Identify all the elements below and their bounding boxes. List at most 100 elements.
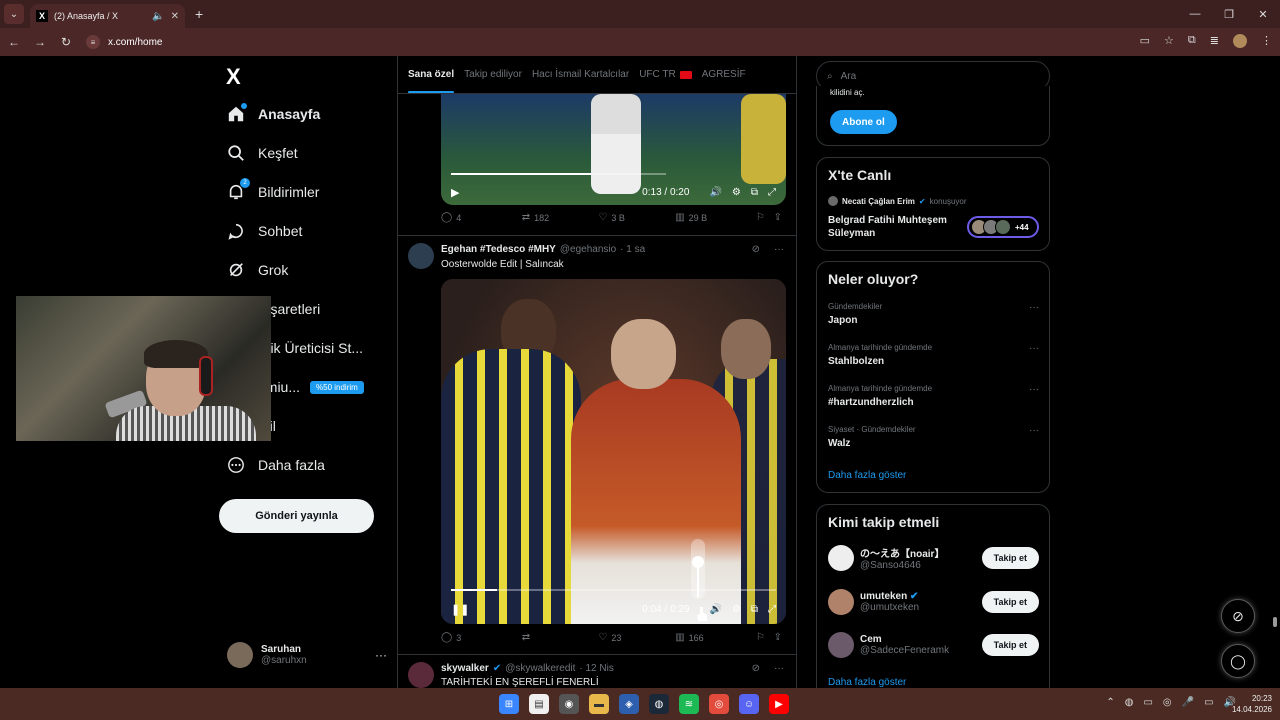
trend-item[interactable]: Almanya tarihinde gündemde #hartzundherz… — [828, 384, 1039, 408]
tab-list-agresif[interactable]: AGRESİF — [702, 56, 746, 93]
nav-explore[interactable]: Keşfet — [226, 143, 298, 163]
subscribe-button[interactable]: Abone ol — [830, 110, 897, 134]
nav-more[interactable]: Daha fazla — [226, 455, 325, 475]
more-icon[interactable]: ··· — [1029, 384, 1039, 395]
settings-icon[interactable]: ⚙ — [732, 187, 741, 198]
tweet1-video[interactable]: ▶ 0:13 / 0:20 🔊 ⚙ ⧉ ⤢ — [441, 94, 786, 205]
reading-list-icon[interactable]: ≣ — [1210, 34, 1219, 48]
minimize-button[interactable]: — — [1178, 0, 1212, 28]
like-button[interactable]: ♡ 3 B — [598, 212, 675, 223]
retweet-button[interactable]: ⇄ — [522, 632, 599, 643]
nav-grok[interactable]: Grok — [226, 260, 288, 280]
pause-icon[interactable]: ❚❚ — [451, 603, 469, 616]
tray-app-icon[interactable]: ◎ — [1163, 697, 1172, 708]
reply-button[interactable]: ◯ 4 — [441, 212, 522, 223]
start-icon[interactable]: ⊞ — [499, 694, 519, 714]
tab-close-icon[interactable]: ✕ — [171, 11, 179, 22]
tab-list-ufc[interactable]: UFC TR — [639, 56, 692, 93]
trend-item[interactable]: Siyaset · Gündemdekiler Walz ··· — [828, 425, 1039, 449]
forward-button[interactable]: → — [28, 35, 52, 49]
account-more-icon[interactable]: ··· — [375, 648, 387, 662]
more-icon[interactable]: ··· — [774, 663, 784, 674]
extensions-icon[interactable]: ⧉ — [1188, 34, 1196, 48]
omnibox[interactable]: ≡ x.com/home — [86, 35, 162, 49]
share-button[interactable]: ⇪ — [774, 632, 786, 643]
views-button[interactable]: ▥ 166 — [675, 632, 756, 643]
chrome-icon[interactable]: ◎ — [709, 694, 729, 714]
restore-button[interactable]: ❐ — [1212, 0, 1246, 28]
views-button[interactable]: ▥ 29 B — [675, 212, 756, 223]
follow-suggestion[interactable]: の〜えあ【noair】 @Sanso4646 Takip et — [828, 543, 1039, 573]
tweet2-handle[interactable]: @egehansio — [560, 244, 616, 255]
volume-knob[interactable] — [692, 555, 704, 568]
follow-button[interactable]: Takip et — [981, 591, 1039, 613]
youtube-icon[interactable]: ▶ — [769, 694, 789, 714]
tweet2-time[interactable]: · 1 sa — [620, 244, 645, 255]
tweet1-progress-bar[interactable] — [451, 173, 666, 175]
like-button[interactable]: ♡ 23 — [598, 632, 675, 643]
follow-button[interactable]: Takip et — [981, 634, 1039, 656]
profile-avatar[interactable] — [1233, 34, 1247, 48]
messages-fab[interactable]: ◯ — [1221, 644, 1255, 678]
tab-audio-icon[interactable]: 🔈 — [152, 11, 164, 22]
discord-icon[interactable]: ☺ — [739, 694, 759, 714]
avatar[interactable] — [408, 243, 434, 269]
retweet-button[interactable]: ⇄ 182 — [522, 212, 599, 223]
settings-icon[interactable]: ⚙ — [732, 604, 741, 615]
fullscreen-icon[interactable]: ⤢ — [768, 187, 776, 198]
tweet3-time[interactable]: · 12 Nis — [579, 663, 613, 674]
site-info-icon[interactable]: ≡ — [86, 35, 100, 49]
spotify-icon[interactable]: ≋ — [679, 694, 699, 714]
follow-suggestion[interactable]: umuteken ✔ @umutxeken Takip et — [828, 587, 1039, 617]
back-button[interactable]: ← — [2, 35, 26, 49]
follow-show-more[interactable]: Daha fazla göster — [828, 677, 906, 688]
follow-suggestion[interactable]: Cem @SadeceFeneramk Takip et — [828, 630, 1039, 660]
share-button[interactable]: ⇪ — [774, 212, 786, 223]
scrollbar-thumb[interactable] — [1273, 617, 1277, 627]
chevron-up-icon[interactable]: ⌃ — [1106, 697, 1114, 708]
clock[interactable]: 20:23 14.04.2026 — [1232, 693, 1272, 715]
more-icon[interactable]: ··· — [1029, 425, 1039, 436]
bookmark-button[interactable]: ⚐ — [756, 212, 774, 223]
tweet2-author-name[interactable]: Egehan #Tedesco #MHY — [441, 244, 556, 255]
reload-button[interactable]: ↻ — [54, 35, 78, 49]
tab-for-you[interactable]: Sana özel — [408, 56, 455, 93]
trend-item[interactable]: Almanya tarihinde gündemde Stahlbolzen ·… — [828, 343, 1039, 367]
display-icon[interactable]: ▭ — [1204, 697, 1213, 708]
trends-show-more[interactable]: Daha fazla göster — [828, 470, 906, 481]
avatar[interactable] — [408, 662, 434, 688]
scrollbar[interactable] — [1272, 56, 1278, 688]
pip-icon[interactable]: ⧉ — [751, 187, 758, 198]
fullscreen-icon[interactable]: ⤢ — [768, 604, 776, 615]
tab-list-haci[interactable]: Hacı İsmail Kartalcılar — [532, 56, 629, 93]
tab-list-button[interactable]: ⌄ — [4, 4, 24, 24]
account-switcher[interactable]: Saruhan @saruhxn ··· — [227, 642, 387, 668]
reply-button[interactable]: ◯ 3 — [441, 632, 522, 643]
more-icon[interactable]: ··· — [1029, 343, 1039, 354]
folder-icon[interactable]: ▬ — [589, 694, 609, 714]
more-icon[interactable]: ··· — [1029, 302, 1039, 313]
x-logo[interactable]: X — [226, 64, 241, 90]
follow-button[interactable]: Takip et — [981, 547, 1039, 569]
volume-icon[interactable]: 🔊 — [709, 604, 721, 615]
space-title[interactable]: Belgrad Fatihi Muhteşem Süleyman — [828, 214, 963, 240]
steam-icon[interactable]: ◍ — [649, 694, 669, 714]
bookmark-star-icon[interactable]: ☆ — [1164, 34, 1174, 48]
nav-chat[interactable]: Sohbet — [226, 221, 302, 241]
app-icon[interactable]: ◈ — [619, 694, 639, 714]
play-icon[interactable]: ▶ — [451, 186, 459, 199]
mic-icon[interactable]: 🎤 — [1182, 697, 1194, 708]
game-icon[interactable]: ▭ — [1143, 697, 1152, 708]
tweet3-author-name[interactable]: skywalker — [441, 663, 489, 674]
window-close-button[interactable]: ✕ — [1246, 0, 1280, 28]
tweet2-progress-bar[interactable] — [451, 589, 776, 591]
volume-icon[interactable]: 🔊 — [709, 187, 721, 198]
more-icon[interactable]: ··· — [774, 244, 784, 255]
post-button[interactable]: Gönderi yayınla — [219, 499, 374, 533]
cast-icon[interactable]: ▭ — [1140, 34, 1150, 48]
space-listeners[interactable]: +44 — [967, 216, 1039, 238]
new-tab-button[interactable]: + — [195, 6, 203, 22]
grok-icon[interactable]: ⊘ — [752, 244, 760, 255]
steam-tray-icon[interactable]: ◍ — [1125, 697, 1134, 708]
store-icon[interactable]: ▤ — [529, 694, 549, 714]
